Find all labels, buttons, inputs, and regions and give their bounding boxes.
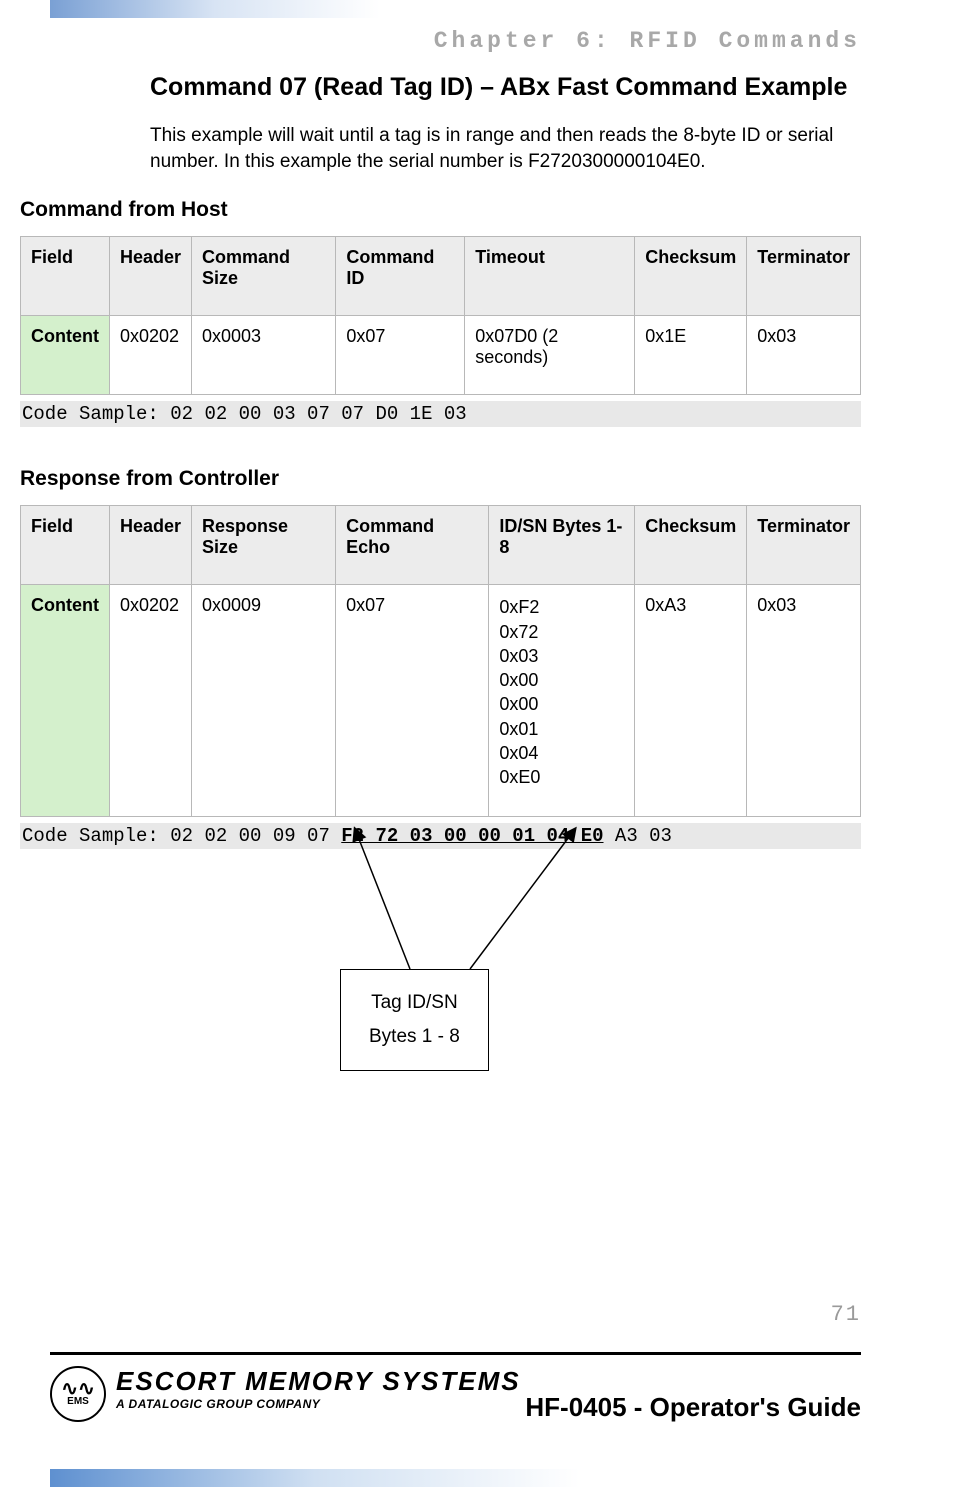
- col-terminator: Terminator: [747, 237, 861, 316]
- cell-response-size: 0x0009: [192, 585, 336, 816]
- cell-terminator: 0x03: [747, 316, 861, 395]
- col-checksum: Checksum: [635, 506, 747, 585]
- col-terminator: Terminator: [747, 506, 861, 585]
- tag-id-callout-box: Tag ID/SN Bytes 1 - 8: [340, 969, 489, 1071]
- cell-checksum: 0xA3: [635, 585, 747, 816]
- bottom-gradient-bar: [50, 1469, 580, 1487]
- col-command-id: Command ID: [336, 237, 465, 316]
- host-table: Field Header Command Size Command ID Tim…: [20, 236, 861, 395]
- cell-command-size: 0x0003: [192, 316, 336, 395]
- diagram-area: Tag ID/SN Bytes 1 - 8: [20, 809, 861, 1089]
- col-idsn-bytes: ID/SN Bytes 1-8: [489, 506, 635, 585]
- row-label: Content: [21, 316, 110, 395]
- col-field: Field: [21, 237, 110, 316]
- command-from-host-heading: Command from Host: [20, 198, 861, 222]
- page-number: 71: [831, 1302, 861, 1327]
- response-from-controller-heading: Response from Controller: [20, 467, 861, 491]
- callout-line2: Bytes 1 - 8: [369, 1020, 460, 1054]
- col-command-echo: Command Echo: [336, 506, 489, 585]
- host-code-sample: Code Sample: 02 02 00 03 07 07 D0 1E 03: [20, 401, 861, 427]
- table-row: Field Header Command Size Command ID Tim…: [21, 237, 861, 316]
- cell-header: 0x0202: [109, 316, 191, 395]
- top-gradient-bar: [50, 0, 380, 18]
- table-row: Content 0x0202 0x0003 0x07 0x07D0 (2 sec…: [21, 316, 861, 395]
- cell-header: 0x0202: [109, 585, 191, 816]
- cell-command-id: 0x07: [336, 316, 465, 395]
- company-logo: ∿∿ EMS ESCORT MEMORY SYSTEMS A DATALOGIC…: [50, 1366, 521, 1422]
- cell-terminator: 0x03: [747, 585, 861, 816]
- intro-paragraph: This example will wait until a tag is in…: [150, 123, 861, 174]
- code-prefix: Code Sample:: [22, 403, 170, 425]
- ems-abbr: EMS: [67, 1396, 89, 1407]
- section-title: Command 07 (Read Tag ID) – ABx Fast Comm…: [150, 70, 861, 105]
- controller-table: Field Header Response Size Command Echo …: [20, 505, 861, 816]
- guide-title: HF-0405 - Operator's Guide: [525, 1392, 861, 1423]
- col-timeout: Timeout: [465, 237, 635, 316]
- col-field: Field: [21, 506, 110, 585]
- ems-logo-icon: ∿∿ EMS: [50, 1366, 106, 1422]
- cell-idsn-bytes: 0xF2 0x72 0x03 0x00 0x00 0x01 0x04 0xE0: [489, 585, 635, 816]
- footer-divider: [50, 1352, 861, 1355]
- callout-line1: Tag ID/SN: [369, 986, 460, 1020]
- col-header: Header: [109, 237, 191, 316]
- row-label: Content: [21, 585, 110, 816]
- company-name: ESCORT MEMORY SYSTEMS: [116, 1366, 521, 1397]
- company-tagline: A DATALOGIC GROUP COMPANY: [116, 1397, 521, 1411]
- col-response-size: Response Size: [192, 506, 336, 585]
- col-header: Header: [109, 506, 191, 585]
- page-footer: ∿∿ EMS ESCORT MEMORY SYSTEMS A DATALOGIC…: [50, 1352, 861, 1447]
- table-row: Content 0x0202 0x0009 0x07 0xF2 0x72 0x0…: [21, 585, 861, 816]
- code-bytes: 02 02 00 03 07 07 D0 1E 03: [170, 403, 466, 425]
- cell-timeout: 0x07D0 (2 seconds): [465, 316, 635, 395]
- col-checksum: Checksum: [635, 237, 747, 316]
- col-command-size: Command Size: [192, 237, 336, 316]
- table-row: Field Header Response Size Command Echo …: [21, 506, 861, 585]
- wave-icon: ∿∿: [61, 1382, 95, 1396]
- cell-checksum: 0x1E: [635, 316, 747, 395]
- cell-command-echo: 0x07: [336, 585, 489, 816]
- chapter-header: Chapter 6: RFID Commands: [434, 28, 861, 54]
